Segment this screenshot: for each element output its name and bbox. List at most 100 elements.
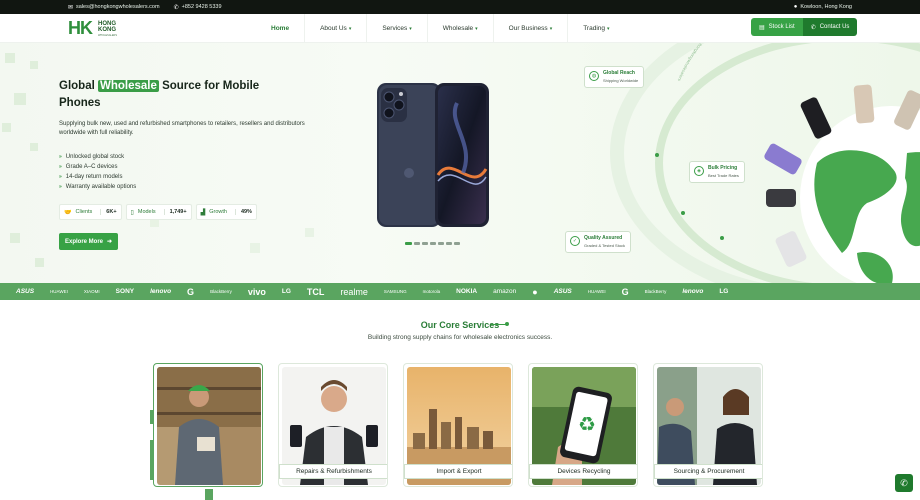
brand-logo: vivo: [247, 286, 266, 297]
phone-contact[interactable]: ✆ +852 9428 5339: [174, 4, 222, 11]
decor-square: [10, 233, 20, 243]
svg-text:hongkongwholesalers: hongkongwholesalers: [677, 43, 703, 82]
list-item: » Warranty available options: [59, 184, 137, 190]
site-logo[interactable]: HK HONG KONG WHOLESALERS: [68, 18, 128, 39]
contact-us-button[interactable]: ✆ Contact Us: [802, 18, 858, 36]
card-label: Import & Export: [404, 464, 512, 479]
slider-dot[interactable]: [454, 242, 460, 245]
double-chevron-icon: »: [59, 184, 62, 190]
email-text: sales@hongkongwholesalers.com: [76, 4, 160, 10]
globe-icon: ◍: [589, 71, 599, 81]
chevron-down-icon: ▾: [549, 25, 553, 32]
brand-logo: TCL: [306, 286, 325, 297]
decor-dot: [681, 211, 685, 215]
brand-logo: G: [187, 286, 195, 297]
decor-dot: [720, 236, 724, 240]
warehouse-worker-photo: [157, 367, 261, 485]
decor-square: [2, 123, 11, 132]
chevron-down-icon: ▾: [607, 25, 610, 32]
brand-logo: motorola: [422, 289, 441, 294]
nav-item-wholesale[interactable]: Wholesale ▾: [428, 14, 494, 43]
service-card-sourcing[interactable]: Sourcing & Procurement: [653, 363, 763, 487]
brand-logo: SAMSUNG: [383, 289, 407, 294]
card-label: Sourcing & Procurement: [654, 464, 762, 479]
brand-logo: LG: [281, 288, 291, 295]
arrow-right-icon: ➜: [107, 239, 113, 245]
decor-square: [35, 258, 44, 267]
list-icon: ▤: [759, 24, 765, 31]
whatsapp-icon: ✆: [900, 477, 908, 488]
shield-check-icon: ✓: [570, 236, 580, 246]
list-item: » Grade A–C devices: [59, 164, 118, 170]
service-card-repairs[interactable]: Repairs & Refurbishments: [278, 363, 388, 487]
card-accent: [205, 489, 213, 500]
hero-title: Global Wholesale Source for Mobile Phone…: [59, 80, 260, 109]
stock-list-button[interactable]: ▤ Stock List: [751, 18, 803, 36]
main-nav: Home About Us ▾ Services ▾ Wholesale ▾ Our …: [256, 14, 625, 43]
badge-bulk-pricing: ◈ Bulk Pricing Best Trade Rates: [689, 161, 745, 183]
brand-logo: lenovo: [150, 288, 172, 295]
location-pin-icon: ●: [793, 4, 798, 10]
brand-logo: BlackBerry: [210, 289, 232, 294]
services-title: Our Core Services: [420, 320, 500, 330]
double-chevron-icon: »: [59, 174, 62, 180]
double-chevron-icon: »: [59, 164, 62, 170]
phone-thumbnail: [853, 84, 875, 124]
hero-subtitle: Supplying bulk new, used and refurbished…: [59, 121, 305, 136]
brand-logo: ASUS: [16, 288, 35, 295]
decor-square: [5, 53, 15, 63]
slider-dot[interactable]: [438, 242, 444, 245]
decor-square: [30, 143, 38, 151]
nav-item-about-us[interactable]: About Us ▾: [305, 14, 368, 43]
nav-item-services[interactable]: Services ▾: [367, 14, 428, 43]
double-chevron-icon: »: [59, 154, 62, 160]
svg-text:♻: ♻: [578, 412, 596, 436]
nav-item-our-business[interactable]: Our Business ▾: [494, 14, 569, 43]
service-card-warehouse[interactable]: [153, 363, 263, 487]
slider-dot[interactable]: [414, 242, 420, 245]
slider-dot[interactable]: [422, 242, 428, 245]
logo-line-3: WHOLESALERS: [98, 34, 118, 37]
phone-icon: ✆: [810, 24, 816, 31]
handshake-icon: 🤝: [64, 209, 72, 216]
slider-dots: [405, 242, 460, 245]
slider-dot[interactable]: [430, 242, 436, 245]
decor-square: [14, 93, 26, 105]
header-buttons: ▤ Stock List ✆ Contact Us: [751, 18, 858, 36]
whatsapp-chat-button[interactable]: ✆: [895, 474, 913, 492]
stat-models: ▯ Models 1,749+: [125, 204, 192, 220]
logo-mark: HK: [68, 18, 93, 38]
brand-logo: realme: [340, 286, 368, 297]
brand-logo: BlackBerry: [644, 289, 667, 294]
brand-logo: LG: [719, 288, 729, 295]
email-contact[interactable]: ✉ sales@hongkongwholesalers.com: [68, 4, 160, 11]
brand-logo: XIAOMI: [83, 289, 100, 294]
service-card-import-export[interactable]: Import & Export: [403, 363, 513, 487]
logo-line-2: KONG: [98, 27, 116, 33]
nav-item-home[interactable]: Home: [256, 14, 306, 43]
decor-square: [305, 228, 314, 237]
decor-square: [250, 243, 260, 253]
brand-logo: G: [621, 286, 629, 297]
phone-icon: ▯: [130, 209, 134, 216]
decor-square: [30, 61, 38, 69]
brand-logo: HUAWEI: [50, 289, 68, 294]
brand-logo: lenovo: [682, 288, 704, 295]
brand-logo: HUAWEI: [587, 289, 606, 294]
badge-global-reach: ◍ Global Reach Shipping Worldwide: [584, 66, 645, 88]
nav-item-trading[interactable]: Trading ▾: [568, 14, 624, 43]
slider-dot[interactable]: [405, 242, 412, 245]
explore-more-button[interactable]: Explore More ➜: [59, 233, 119, 250]
hero-section: Global Wholesale Source for Mobile Phone…: [0, 43, 920, 283]
location: ● Kowloon, Hong Kong: [794, 4, 852, 10]
brand-logo: NOKIA: [456, 288, 478, 295]
service-card-recycling[interactable]: ♻ Devices Recycling: [528, 363, 638, 487]
brand-logo: SONY: [115, 288, 135, 295]
slider-dot[interactable]: [446, 242, 452, 245]
tag-icon: ◈: [694, 166, 704, 176]
list-item: » Unlocked global stock: [59, 154, 125, 160]
brand-logo: amazon: [493, 288, 517, 295]
chevron-down-icon: ▾: [348, 25, 352, 32]
card-label: Repairs & Refurbishments: [279, 464, 387, 479]
title-underline: [491, 324, 506, 325]
